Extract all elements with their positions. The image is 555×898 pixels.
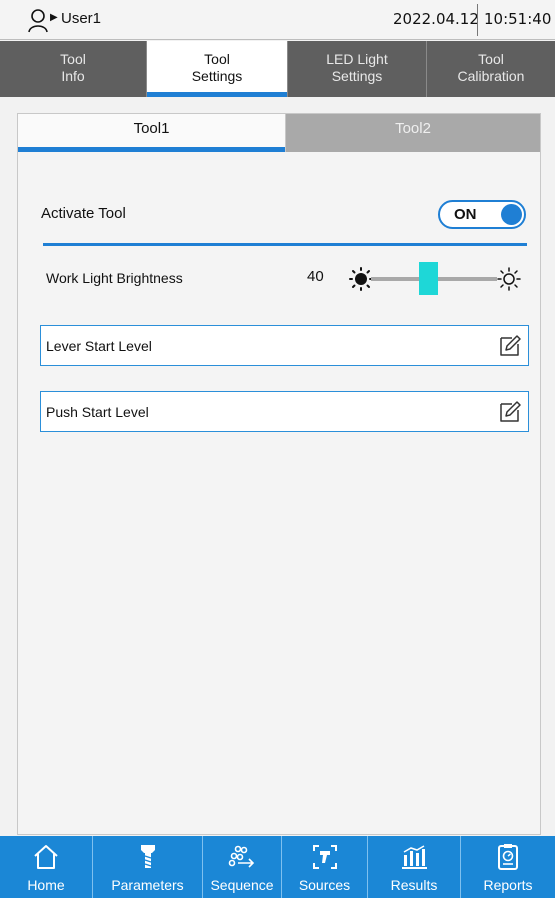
nav-reports[interactable]: Reports (461, 836, 555, 898)
bottom-nav: Home Parameters Sequence Sources Results… (0, 836, 555, 898)
sources-icon (312, 845, 337, 869)
status-bar: ▶ User1 2022.04.12 10:51:40 (0, 0, 555, 40)
nav-sources[interactable]: Sources (282, 836, 367, 898)
tab-tool-settings[interactable]: Tool Settings (147, 41, 287, 97)
activate-tool-toggle[interactable]: ON (438, 200, 526, 229)
push-start-level-label: Push Start Level (46, 404, 149, 420)
pencil-edit-icon[interactable] (497, 398, 524, 425)
status-divider (477, 4, 478, 36)
tab-label-line1: Tool (478, 51, 504, 67)
subtab-tool2[interactable]: Tool2 (286, 114, 540, 152)
tab-label-line2: Settings (191, 68, 243, 84)
home-icon (34, 845, 58, 869)
nav-results[interactable]: Results (368, 836, 460, 898)
pencil-edit-icon[interactable] (497, 332, 524, 359)
tab-label-line1: Tool (60, 51, 86, 67)
sequence-icon (228, 845, 255, 868)
nav-results-label: Results (390, 877, 438, 893)
nav-parameters[interactable]: Parameters (93, 836, 202, 898)
nav-reports-label: Reports (483, 877, 533, 893)
status-date: 2022.04.12 (393, 10, 479, 28)
push-start-level-field[interactable]: Push Start Level (40, 391, 529, 432)
tab-led-light-settings[interactable]: LED Light Settings (288, 41, 426, 97)
nav-sequence[interactable]: Sequence (203, 836, 281, 898)
user-arrow-icon: ▶ (50, 12, 58, 23)
user-name[interactable]: User1 (61, 10, 101, 27)
settings-tab-bar: Tool Info Tool Settings LED Light Settin… (0, 41, 555, 97)
user-icon[interactable] (28, 9, 48, 33)
nav-home[interactable]: Home (0, 836, 92, 898)
work-light-brightness-label: Work Light Brightness (46, 270, 183, 286)
nav-home-label: Home (27, 877, 65, 893)
tab-label-line1: LED Light (326, 51, 388, 67)
sun-filled-icon (349, 267, 373, 291)
activate-tool-label: Activate Tool (41, 205, 126, 222)
section-divider (43, 243, 527, 246)
toggle-state-text: ON (454, 206, 477, 223)
brightness-value: 40 (307, 268, 324, 285)
screw-icon (140, 845, 155, 868)
tool-sub-tabs: Tool1 Tool2 (18, 114, 540, 152)
tab-label-line2: Settings (331, 68, 383, 84)
lever-start-level-label: Lever Start Level (46, 338, 152, 354)
lever-start-level-field[interactable]: Lever Start Level (40, 325, 529, 366)
sun-outline-icon (497, 267, 521, 291)
toggle-knob (501, 204, 522, 225)
tab-label-line2: Calibration (457, 68, 525, 84)
results-chart-icon (402, 845, 427, 869)
subtab-tool1[interactable]: Tool1 (18, 114, 286, 152)
status-time: 10:51:40 (484, 10, 552, 28)
tab-tool-calibration[interactable]: Tool Calibration (427, 41, 555, 97)
brightness-slider-thumb[interactable] (419, 262, 438, 295)
tab-label-line1: Tool (204, 51, 230, 67)
nav-sequence-label: Sequence (210, 877, 274, 893)
nav-parameters-label: Parameters (111, 877, 184, 893)
nav-sources-label: Sources (298, 877, 351, 893)
tool-settings-panel: Tool1 Tool2 Activate Tool ON Work Light … (17, 113, 541, 835)
tab-tool-info[interactable]: Tool Info (0, 41, 146, 97)
tab-label-line2: Info (61, 68, 85, 84)
reports-clipboard-icon (498, 844, 518, 870)
